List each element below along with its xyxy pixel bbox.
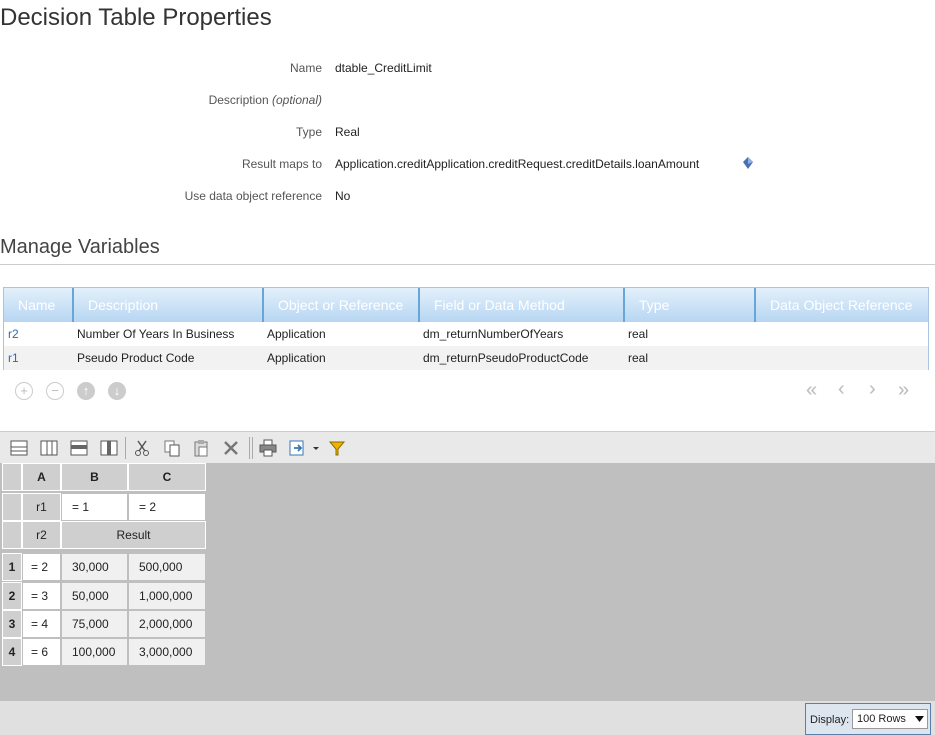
result-cell[interactable]: 1,000,000 [128, 582, 206, 610]
add-icon[interactable]: + [15, 382, 33, 400]
result-maps-label: Result maps to [241, 157, 322, 171]
name-label: Name [289, 61, 322, 75]
corner-cell [2, 463, 22, 491]
last-page-icon[interactable]: » [898, 380, 909, 400]
col-type[interactable]: Type [625, 288, 756, 322]
row-number[interactable]: 3 [2, 610, 22, 638]
result-cell[interactable]: 500,000 [128, 553, 206, 581]
next-page-icon[interactable]: › [869, 379, 876, 399]
row-header-blank [2, 521, 22, 549]
optional-note: (optional) [271, 93, 322, 107]
description-label-text: Description [208, 93, 269, 107]
row-number[interactable]: 2 [2, 582, 22, 610]
variables-grid-header: Name Description Object or Reference Fie… [4, 288, 928, 322]
display-rows-control: Display: 100 Rows [805, 703, 931, 735]
toolbar-separator [252, 437, 253, 459]
cut-icon[interactable] [133, 439, 151, 457]
mapping-icon[interactable] [743, 157, 753, 169]
var-object: Application [267, 351, 326, 365]
col-description[interactable]: Description [74, 288, 264, 322]
col-header-b[interactable]: B [61, 463, 128, 491]
type-label: Type [295, 125, 322, 139]
result-cell[interactable]: 2,000,000 [128, 610, 206, 638]
condition-cell[interactable]: = 3 [22, 582, 61, 610]
manage-variables-title: Manage Variables [0, 236, 160, 258]
filter-icon[interactable] [328, 439, 346, 457]
r1-value-cell[interactable]: = 2 [128, 493, 206, 521]
r1-value-cell[interactable]: = 1 [61, 493, 128, 521]
insert-row-icon[interactable] [10, 439, 28, 457]
col-field[interactable]: Field or Data Method [420, 288, 625, 322]
var-description: Pseudo Product Code [77, 351, 195, 365]
decision-table-area: A B C r1 = 1 = 2 r2 Result 1 = 2 30,000 … [0, 463, 935, 701]
result-cell[interactable]: 50,000 [61, 582, 128, 610]
move-down-icon[interactable]: ↓ [108, 382, 126, 400]
col-name[interactable]: Name [4, 288, 74, 322]
print-icon[interactable] [259, 439, 277, 457]
delete-row-icon[interactable] [70, 439, 88, 457]
chevron-down-icon [915, 716, 924, 722]
r2-label-cell[interactable]: r2 [22, 521, 61, 549]
result-cell[interactable]: 100,000 [61, 638, 128, 666]
display-label: Display: [810, 714, 850, 726]
col-header-c[interactable]: C [128, 463, 206, 491]
result-cell[interactable]: 75,000 [61, 610, 128, 638]
var-type: real [628, 351, 649, 365]
var-description: Number Of Years In Business [77, 327, 235, 341]
condition-cell[interactable]: = 4 [22, 610, 61, 638]
r1-label-cell[interactable]: r1 [22, 493, 61, 521]
grid-footer [0, 701, 935, 735]
section-divider [0, 264, 935, 265]
copy-icon[interactable] [163, 439, 181, 457]
row-number[interactable]: 1 [2, 553, 22, 581]
type-value: Real [335, 125, 360, 139]
row-number[interactable]: 4 [2, 638, 22, 666]
first-page-icon[interactable]: « [806, 380, 817, 400]
display-rows-value: 100 Rows [857, 713, 906, 725]
page-title: Decision Table Properties [0, 4, 272, 31]
description-label: Description (optional) [2, 93, 322, 107]
table-row[interactable]: r2 Number Of Years In Business Applicati… [4, 322, 928, 346]
decision-table-toolbar [0, 431, 935, 464]
col-data-object-ref[interactable]: Data Object Reference [756, 288, 930, 322]
paste-icon[interactable] [192, 439, 210, 457]
use-ref-value: No [335, 189, 351, 203]
var-field: dm_returnNumberOfYears [423, 327, 564, 341]
condition-cell[interactable]: = 2 [22, 553, 61, 581]
delete-icon[interactable] [222, 439, 240, 457]
remove-icon[interactable]: − [46, 382, 64, 400]
move-up-icon[interactable]: ↑ [77, 382, 95, 400]
toolbar-separator [249, 437, 250, 459]
delete-column-icon[interactable] [100, 439, 118, 457]
chevron-down-icon[interactable] [311, 439, 321, 457]
var-name-link[interactable]: r1 [8, 346, 19, 370]
result-cell[interactable]: 30,000 [61, 553, 128, 581]
export-icon[interactable] [289, 439, 307, 457]
table-row[interactable]: r1 Pseudo Product Code Application dm_re… [4, 346, 928, 370]
use-ref-label: Use data object reference [184, 189, 322, 203]
insert-column-icon[interactable] [40, 439, 58, 457]
result-header-cell[interactable]: Result [61, 521, 206, 549]
condition-cell[interactable]: = 6 [22, 638, 61, 666]
var-field: dm_returnPseudoProductCode [423, 351, 589, 365]
variables-grid: Name Description Object or Reference Fie… [3, 287, 929, 370]
row-header-blank [2, 493, 22, 521]
var-object: Application [267, 327, 326, 341]
col-object[interactable]: Object or Reference [264, 288, 420, 322]
result-cell[interactable]: 3,000,000 [128, 638, 206, 666]
result-maps-value: Application.creditApplication.creditRequ… [335, 157, 700, 171]
var-name-link[interactable]: r2 [8, 322, 19, 346]
toolbar-separator [125, 437, 126, 459]
prev-page-icon[interactable]: ‹ [838, 379, 845, 399]
var-type: real [628, 327, 649, 341]
name-value: dtable_CreditLimit [335, 61, 432, 75]
display-rows-select[interactable]: 100 Rows [852, 709, 928, 729]
col-header-a[interactable]: A [22, 463, 61, 491]
